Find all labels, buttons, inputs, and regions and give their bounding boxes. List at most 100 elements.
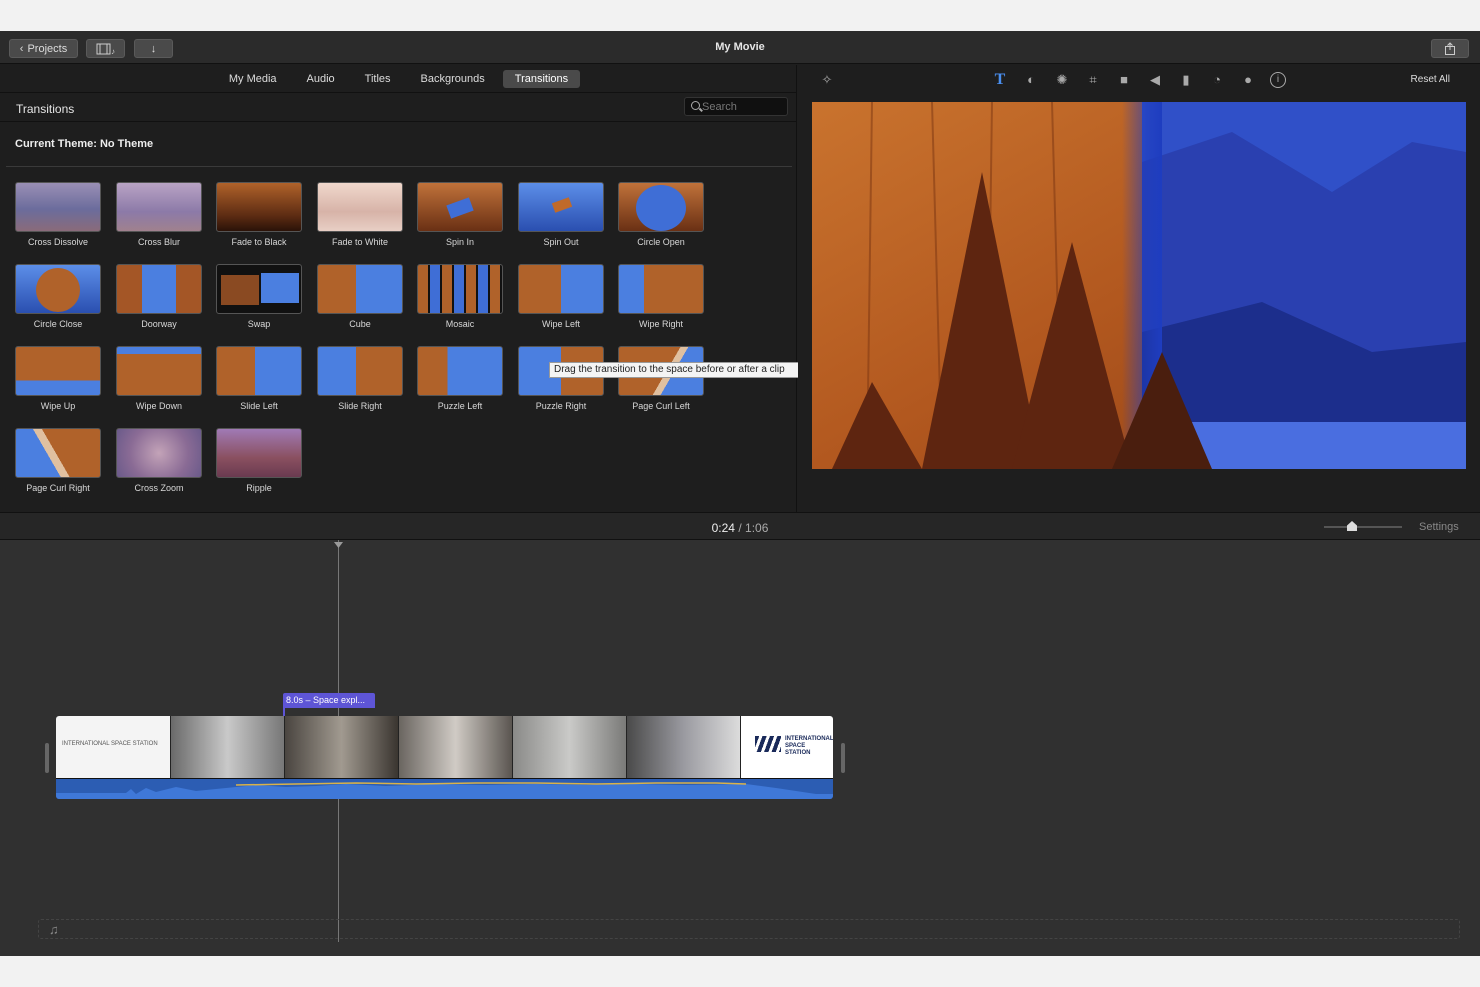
time-separator: / <box>738 521 742 535</box>
waveform-graphic <box>56 782 833 799</box>
search-icon <box>691 101 700 110</box>
thumbnail <box>116 264 202 314</box>
transition-cross-blur[interactable]: Cross Blur <box>101 182 202 254</box>
clip-frame <box>513 716 627 778</box>
transition-page-curl-right[interactable]: Page Curl Right <box>0 428 101 500</box>
thumbnail <box>518 264 604 314</box>
clip-frame <box>627 716 741 778</box>
thumbnail <box>15 182 101 232</box>
tab-transitions[interactable]: Transitions <box>502 69 581 88</box>
thumbnail <box>116 428 202 478</box>
thumbnail <box>216 428 302 478</box>
transition-swap[interactable]: Swap <box>201 264 302 336</box>
title-icon[interactable]: T <box>992 72 1008 88</box>
content-browser: My Media Audio Titles Backgrounds Transi… <box>0 65 804 512</box>
transition-spin-in[interactable]: Spin In <box>402 182 503 254</box>
transition-doorway[interactable]: Doorway <box>101 264 202 336</box>
total-time: 1:06 <box>745 521 769 535</box>
transition-cross-zoom[interactable]: Cross Zoom <box>101 428 202 500</box>
transition-fade-to-white[interactable]: Fade to White <box>302 182 403 254</box>
transition-spin-out[interactable]: Spin Out <box>503 182 604 254</box>
imovie-window: ‹ Projects ♪ ↓ My Movie My Media Audio T… <box>0 31 1480 956</box>
thumbnail <box>417 264 503 314</box>
transition-wipe-left[interactable]: Wipe Left <box>503 264 604 336</box>
thumbnail <box>417 346 503 396</box>
transition-page-curl-left[interactable]: Page Curl Left <box>603 346 704 418</box>
transition-slide-right[interactable]: Slide Right <box>302 346 403 418</box>
tab-audio[interactable]: Audio <box>295 70 347 88</box>
audio-waveform[interactable] <box>56 779 833 799</box>
viewer-panel: ✧ T ◐ ✺ ⌗ ■ ◀ ▮ ◔ ● i Reset All <box>798 65 1480 512</box>
frame-title-text: INTERNATIONAL SPACE STATION <box>62 741 158 747</box>
music-track[interactable]: ♫ <box>38 919 1460 939</box>
thumbnail <box>216 182 302 232</box>
transition-slide-left[interactable]: Slide Left <box>201 346 302 418</box>
drag-tooltip: Drag the transition to the space before … <box>549 362 804 378</box>
timeline[interactable]: 8.0s – Space expl... INTERNATIONAL SPACE… <box>0 540 1480 956</box>
current-time: 0:24 <box>711 521 735 535</box>
thumbnail <box>618 182 704 232</box>
thumbnail <box>116 182 202 232</box>
tab-titles[interactable]: Titles <box>353 70 403 88</box>
zoom-slider-track[interactable] <box>1324 526 1402 528</box>
transition-ripple[interactable]: Ripple <box>201 428 302 500</box>
browser-tabs: My Media Audio Titles Backgrounds Transi… <box>0 65 797 93</box>
thumbnail <box>317 346 403 396</box>
search-placeholder: Search <box>702 100 737 113</box>
clip-frames: INTERNATIONAL SPACE STATION INTERNATIONA… <box>56 716 833 778</box>
speed-icon[interactable]: ◔ <box>1209 72 1225 88</box>
section-title: Transitions <box>16 102 75 116</box>
reset-all-button[interactable]: Reset All <box>1411 74 1450 85</box>
magic-wand-icon[interactable]: ✧ <box>819 72 835 88</box>
thumbnail <box>216 264 302 314</box>
clip-title-label[interactable]: 8.0s – Space expl... <box>283 693 375 708</box>
share-button[interactable] <box>1431 39 1469 58</box>
crop-icon[interactable]: ⌗ <box>1085 72 1101 88</box>
clip-frame-title: INTERNATIONAL SPACE STATION <box>56 716 171 778</box>
thumbnail <box>15 346 101 396</box>
transition-mosaic[interactable]: Mosaic <box>402 264 503 336</box>
left-trim-handle[interactable] <box>45 743 49 773</box>
timeline-header: 0:24 / 1:06 Settings <box>0 512 1480 540</box>
clip-filter-icon[interactable]: ● <box>1240 72 1256 88</box>
transition-fade-to-black[interactable]: Fade to Black <box>201 182 302 254</box>
transition-puzzle-left[interactable]: Puzzle Left <box>402 346 503 418</box>
preview-frame <box>812 102 1466 469</box>
video-preview <box>812 102 1466 469</box>
settings-button[interactable]: Settings <box>1419 521 1459 533</box>
noise-reduction-icon[interactable]: ▮ <box>1178 72 1194 88</box>
music-note-icon: ♫ <box>49 922 59 937</box>
color-balance-icon[interactable]: ◐ <box>1023 72 1039 88</box>
tab-backgrounds[interactable]: Backgrounds <box>409 70 497 88</box>
search-field[interactable]: Search <box>684 97 788 116</box>
transition-wipe-right[interactable]: Wipe Right <box>603 264 704 336</box>
clip-frame <box>399 716 513 778</box>
volume-icon[interactable]: ◀ <box>1147 72 1163 88</box>
video-clip[interactable]: INTERNATIONAL SPACE STATION INTERNATIONA… <box>56 716 833 799</box>
color-correction-icon[interactable]: ✺ <box>1054 72 1070 88</box>
clip-frame <box>285 716 399 778</box>
stabilization-icon[interactable]: ■ <box>1116 72 1132 88</box>
thumbnail <box>15 428 101 478</box>
window-title: My Movie <box>715 41 765 53</box>
playhead-marker[interactable] <box>334 542 343 548</box>
transition-circle-close[interactable]: Circle Close <box>0 264 101 336</box>
transition-puzzle-right[interactable]: Puzzle Right <box>503 346 604 418</box>
transition-wipe-up[interactable]: Wipe Up <box>0 346 101 418</box>
current-theme-label: Current Theme: No Theme <box>15 138 154 150</box>
title-bar: ‹ Projects ♪ ↓ My Movie <box>0 31 1480 64</box>
section-header: Transitions Search <box>0 93 797 122</box>
share-icon <box>1445 42 1455 55</box>
thumbnail <box>618 264 704 314</box>
right-trim-handle[interactable] <box>841 743 845 773</box>
divider <box>6 166 792 167</box>
tab-my-media[interactable]: My Media <box>217 70 289 88</box>
transition-cube[interactable]: Cube <box>302 264 403 336</box>
transition-wipe-down[interactable]: Wipe Down <box>101 346 202 418</box>
transition-circle-open[interactable]: Circle Open <box>603 182 704 254</box>
info-icon[interactable]: i <box>1270 72 1286 88</box>
thumbnail <box>216 346 302 396</box>
transition-cross-dissolve[interactable]: Cross Dissolve <box>0 182 101 254</box>
clip-frame <box>171 716 285 778</box>
thumbnail <box>116 346 202 396</box>
